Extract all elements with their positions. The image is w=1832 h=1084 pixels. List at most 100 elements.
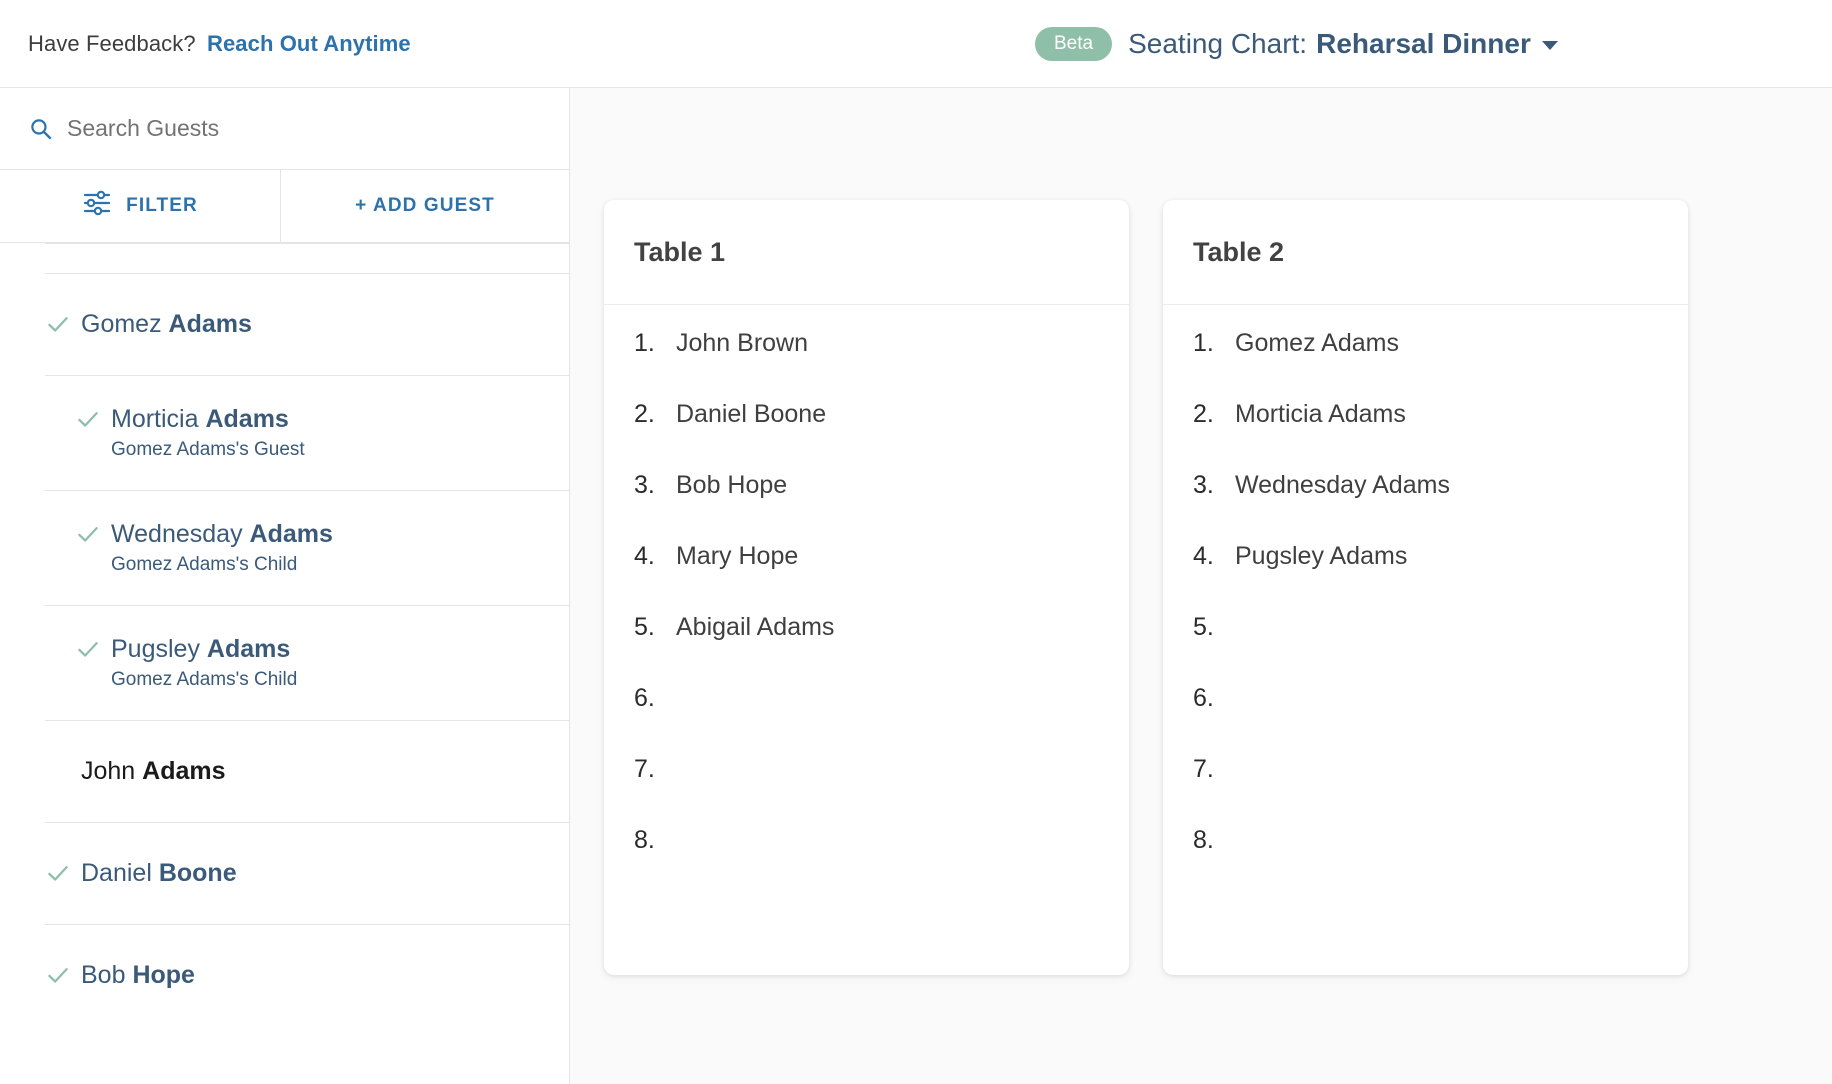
guest-name: Morticia Adams [111, 405, 289, 434]
seat-number: 4. [634, 542, 655, 570]
seat-guest-name: Morticia Adams [1235, 400, 1406, 428]
seat-row[interactable]: 2. Daniel Boone [604, 400, 1129, 471]
seat-row[interactable]: 8. [604, 826, 1129, 897]
guest-name-row: Gomez Adams [45, 310, 569, 339]
guest-list-item[interactable]: Gomez Adams [0, 273, 569, 375]
page-title-label: Seating Chart: [1128, 27, 1308, 59]
seat-row[interactable]: 3. Bob Hope [604, 471, 1129, 542]
filter-button[interactable]: FILTER [0, 170, 280, 242]
seat-number: 1. [634, 329, 655, 357]
feedback-prompt-text: Have Feedback? [28, 30, 196, 56]
seat-row[interactable]: 4. Mary Hope [604, 542, 1129, 613]
feedback-link[interactable]: Reach Out Anytime [207, 31, 411, 56]
check-icon[interactable] [45, 962, 71, 988]
table-title: Table 1 [634, 236, 726, 267]
guest-first-name: Gomez [81, 309, 162, 338]
seat-row[interactable]: 7. [604, 755, 1129, 826]
status-badge: Beta [1035, 26, 1113, 61]
chevron-down-icon[interactable] [1541, 41, 1558, 50]
guest-first-name: Bob [81, 960, 126, 989]
guest-name-row: John Adams [45, 757, 569, 786]
guest-first-name: Morticia [111, 404, 199, 433]
seating-chart-title-group[interactable]: Beta Seating Chart: Reharsal Dinner [1035, 26, 1558, 61]
seat-number: 8. [1193, 826, 1214, 854]
seat-number: 2. [634, 400, 655, 428]
seat-number: 7. [1193, 755, 1214, 783]
table-card-header: Table 1 [604, 200, 1129, 305]
seat-number: 7. [634, 755, 655, 783]
add-guest-button[interactable]: + ADD GUEST [280, 170, 569, 242]
check-icon[interactable] [75, 406, 101, 432]
seat-number: 5. [634, 613, 655, 641]
feedback-prompt: Have Feedback? Reach Out Anytime [28, 31, 411, 57]
seat-list: 1. Gomez Adams 2. Morticia Adams 3. Wednesday… [1163, 305, 1688, 975]
seat-row[interactable]: 5. [1163, 613, 1688, 684]
add-guest-button-label: + ADD GUEST [355, 195, 495, 216]
search-input[interactable] [67, 115, 487, 142]
seat-row[interactable]: 2. Morticia Adams [1163, 400, 1688, 471]
table-title: Table 2 [1193, 236, 1285, 267]
guest-relation: Gomez Adams's Child [111, 553, 298, 575]
guest-name-row: Bob Hope [45, 961, 569, 990]
seat-row[interactable]: 1. Gomez Adams [1163, 329, 1688, 400]
table-card[interactable]: Table 1 1. John Brown 2. Daniel Boone 3. Bob H… [604, 200, 1129, 975]
guest-name-row: Morticia Adams [45, 405, 569, 434]
guest-first-name: John [81, 756, 136, 785]
seat-guest-name: Bob Hope [676, 471, 788, 499]
guest-first-name: Wednesday [111, 519, 243, 548]
seat-row[interactable]: 3. Wednesday Adams [1163, 471, 1688, 542]
seat-number: 6. [634, 684, 655, 712]
guest-list[interactable]: Gomez Adams Morticia Adams Gomez Adams's G… [0, 243, 569, 1084]
seat-row[interactable]: 7. [1163, 755, 1688, 826]
guest-last-name: Adams [249, 519, 333, 548]
sliders-filter-icon [82, 190, 112, 222]
guest-relation: Gomez Adams's Guest [111, 438, 305, 460]
seat-row[interactable]: 6. [604, 684, 1129, 755]
seat-row[interactable]: 5. Abigail Adams [604, 613, 1129, 684]
check-icon[interactable] [45, 311, 71, 337]
page-title: Seating Chart: Reharsal Dinner [1128, 28, 1558, 60]
guest-last-name: Adams [168, 309, 252, 338]
guest-last-name: Adams [142, 756, 226, 785]
guest-name: Wednesday Adams [111, 520, 333, 549]
seat-number: 8. [634, 826, 655, 854]
seat-row[interactable]: 4. Pugsley Adams [1163, 542, 1688, 613]
guest-name: Gomez Adams [81, 310, 252, 339]
seat-guest-name: Mary Hope [676, 542, 799, 570]
guest-name-row: Daniel Boone [45, 859, 569, 888]
guest-list-item[interactable]: Daniel Boone [0, 822, 569, 924]
check-icon[interactable] [75, 521, 101, 547]
seat-number: 1. [1193, 329, 1214, 357]
seat-guest-name: John Brown [676, 329, 809, 357]
check-icon[interactable] [75, 636, 101, 662]
seat-number: 2. [1193, 400, 1214, 428]
guest-name: Pugsley Adams [111, 635, 290, 664]
search-icon [28, 116, 53, 141]
table-card[interactable]: Table 2 1. Gomez Adams 2. Morticia Adams 3. We… [1163, 200, 1688, 975]
seat-guest-name: Abigail Adams [676, 613, 835, 641]
search-bar[interactable] [0, 88, 569, 170]
guest-last-name: Adams [206, 634, 291, 663]
guest-list-item[interactable]: John Adams [0, 720, 569, 822]
table-card-group: Table 1 1. John Brown 2. Daniel Boone 3. Bob H… [604, 200, 1832, 975]
seat-number: 3. [634, 471, 655, 499]
seat-row[interactable]: 6. [1163, 684, 1688, 755]
seat-row[interactable]: 8. [1163, 826, 1688, 897]
seat-number: 6. [1193, 684, 1214, 712]
guest-list-item[interactable]: Wednesday Adams Gomez Adams's Child [0, 490, 569, 605]
guest-name-row: Pugsley Adams [45, 635, 569, 664]
seat-guest-name: Wednesday Adams [1235, 471, 1450, 499]
guest-first-name: Pugsley [111, 634, 200, 663]
seat-guest-name: Pugsley Adams [1235, 542, 1408, 570]
seat-list: 1. John Brown 2. Daniel Boone 3. Bob Hope 4. Ma… [604, 305, 1129, 975]
seat-number: 5. [1193, 613, 1214, 641]
guest-list-item[interactable]: Morticia Adams Gomez Adams's Guest [0, 375, 569, 490]
guest-list-item[interactable]: Bob Hope [0, 924, 569, 1026]
seat-row[interactable]: 1. John Brown [604, 329, 1129, 400]
check-icon[interactable] [45, 860, 71, 886]
guest-last-name: Hope [132, 960, 195, 989]
sidebar-actions: FILTER + ADD GUEST [0, 170, 569, 243]
app-header: Have Feedback? Reach Out Anytime Beta Se… [0, 0, 1832, 88]
guest-list-item[interactable]: Pugsley Adams Gomez Adams's Child [0, 605, 569, 720]
seat-guest-name: Daniel Boone [676, 400, 827, 428]
